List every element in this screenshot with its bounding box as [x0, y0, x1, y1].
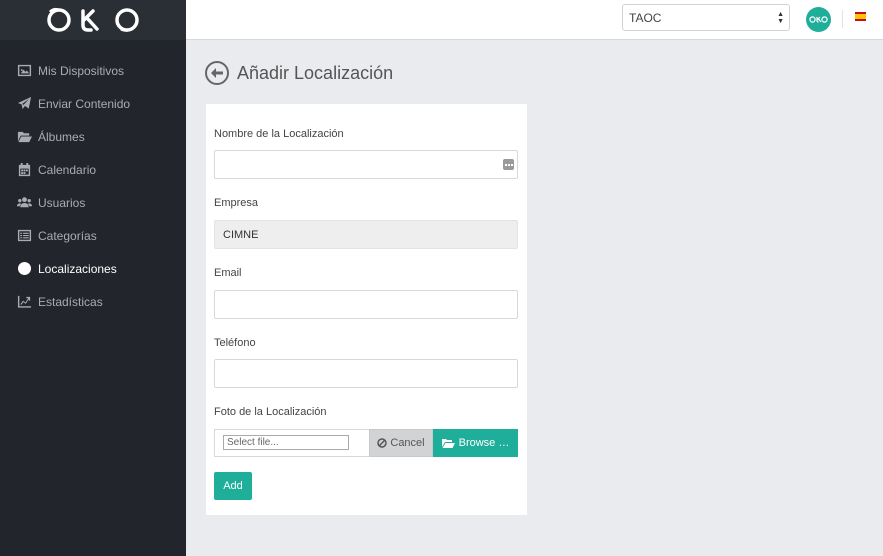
- email-label: Email: [214, 267, 242, 279]
- photo-file-input: Select file... Cancel Browse …: [214, 429, 518, 457]
- chart-line-icon: [16, 294, 32, 310]
- sidebar-item-label: Estadísticas: [38, 294, 103, 309]
- organization-select-value: TAOC: [629, 11, 662, 25]
- spain-flag-icon[interactable]: [855, 12, 866, 21]
- sidebar-nav: Mis Dispositivos Enviar Contenido Álbume…: [0, 54, 186, 318]
- company-field-value: CIMNE: [223, 229, 259, 241]
- browse-button-label: Browse …: [458, 437, 510, 449]
- sidebar-item-label: Enviar Contenido: [38, 96, 131, 111]
- cancel-button[interactable]: Cancel: [369, 429, 433, 457]
- sidebar-item-enviar-contenido[interactable]: Enviar Contenido: [0, 87, 186, 120]
- page-header: Añadir Localización: [205, 61, 393, 85]
- organization-select[interactable]: TAOC ▲ ▼: [622, 4, 790, 31]
- phone-field[interactable]: [214, 359, 518, 388]
- logo[interactable]: [0, 0, 186, 40]
- divider: [842, 10, 843, 28]
- folder-open-icon: [16, 129, 32, 145]
- list-icon: [16, 228, 32, 244]
- oko-avatar-logo-icon: [809, 16, 828, 23]
- more-options-icon[interactable]: [503, 159, 514, 170]
- company-label: Empresa: [214, 197, 259, 209]
- globe-icon: [16, 261, 32, 277]
- sidebar-item-label: Calendario: [38, 162, 97, 177]
- sidebar-item-usuarios[interactable]: Usuarios: [0, 186, 186, 219]
- select-arrows-icon: ▲ ▼: [777, 11, 784, 25]
- ban-icon: [377, 438, 388, 448]
- sidebar-item-label: Usuarios: [38, 195, 86, 210]
- oko-logo-icon: [47, 7, 139, 32]
- page-title: Añadir Localización: [237, 62, 394, 83]
- sidebar-item-label: Mis Dispositivos: [38, 63, 125, 78]
- name-label: Nombre de la Localización: [214, 128, 344, 140]
- sidebar-item-estadisticas[interactable]: Estadísticas: [0, 285, 186, 318]
- photo-label: Foto de la Localización: [214, 406, 327, 418]
- users-icon: [16, 195, 32, 211]
- add-button[interactable]: Add: [214, 472, 252, 500]
- location-form: Nombre de la Localización Empresa CIMNE …: [206, 104, 527, 515]
- file-caption[interactable]: Select file...: [214, 429, 369, 457]
- folder-open-icon: [441, 439, 455, 448]
- name-field[interactable]: [214, 150, 518, 179]
- phone-label: Teléfono: [214, 337, 256, 349]
- avatar[interactable]: [806, 7, 831, 32]
- sidebar-item-label: Álbumes: [38, 129, 85, 144]
- browse-button[interactable]: Browse …: [433, 429, 518, 457]
- sidebar-item-calendario[interactable]: Calendario: [0, 153, 186, 186]
- sidebar-item-categorias[interactable]: Categorías: [0, 219, 186, 252]
- image-icon: [16, 63, 32, 79]
- sidebar-item-localizaciones[interactable]: Localizaciones: [0, 252, 186, 285]
- calendar-icon: [16, 162, 32, 178]
- sidebar-item-label: Categorías: [38, 228, 97, 243]
- sidebar-item-mis-dispositivos[interactable]: Mis Dispositivos: [0, 54, 186, 87]
- file-caption-placeholder: Select file...: [223, 435, 349, 450]
- email-field[interactable]: [214, 290, 518, 319]
- sidebar-item-albumes[interactable]: Álbumes: [0, 120, 186, 153]
- top-bar: TAOC ▲ ▼: [186, 0, 883, 40]
- back-arrow-icon[interactable]: [205, 61, 229, 85]
- sidebar-item-label: Localizaciones: [38, 261, 117, 276]
- company-field: CIMNE: [214, 220, 518, 249]
- paper-plane-icon: [16, 96, 32, 112]
- sidebar: Mis Dispositivos Enviar Contenido Álbume…: [0, 0, 186, 556]
- cancel-button-label: Cancel: [390, 437, 425, 449]
